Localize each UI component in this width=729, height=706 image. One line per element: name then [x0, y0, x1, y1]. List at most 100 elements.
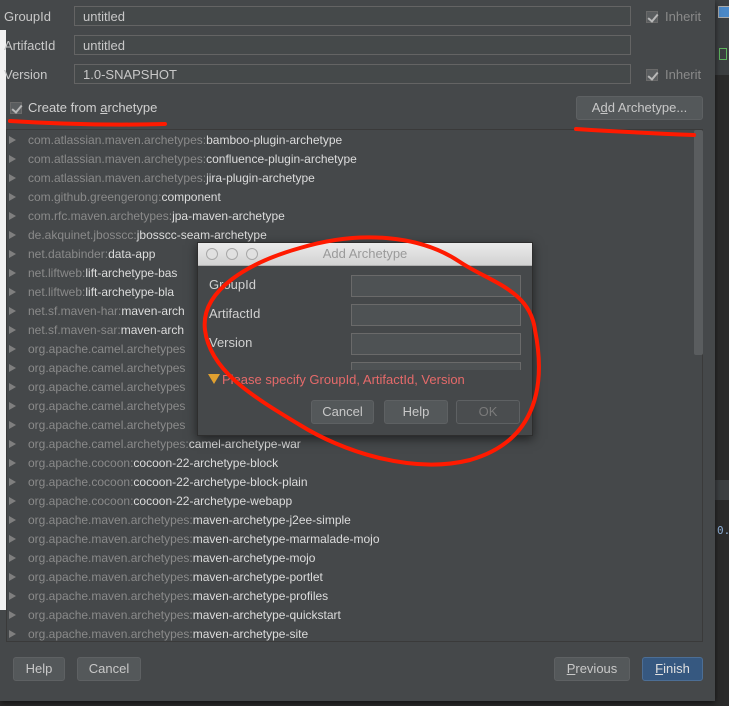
version-inherit-checkbox[interactable] — [646, 69, 658, 81]
expand-arrow-icon[interactable] — [9, 478, 16, 486]
archetype-artifact-id: jpa-maven-archetype — [172, 209, 285, 223]
ide-tab-strip — [715, 480, 729, 500]
dialog-artifact-id-input[interactable] — [351, 304, 521, 326]
expand-arrow-icon[interactable] — [9, 383, 16, 391]
expand-arrow-icon[interactable] — [9, 630, 16, 638]
add-archetype-dialog: Add Archetype GroupId ArtifactId Version… — [197, 242, 533, 436]
expand-arrow-icon[interactable] — [9, 174, 16, 182]
archetype-artifact-id: jbosscc-seam-archetype — [136, 228, 267, 242]
archetype-group-id: org.apache.maven.archetypes:maven-archet… — [28, 589, 329, 603]
dialog-repository-input-partial[interactable] — [351, 362, 521, 370]
archetype-group-id: org.apache.camel.archetypes — [28, 361, 186, 375]
archetype-artifact-id: maven-arch — [120, 323, 185, 337]
group-id-inherit-checkbox[interactable] — [646, 11, 658, 23]
archetype-artifact-id: component — [161, 190, 221, 204]
archetype-group-id: com.rfc.maven.archetypes:jpa-maven-arche… — [28, 209, 285, 223]
archetype-group-id: net.sf.maven-sar:maven-arch — [28, 323, 185, 337]
expand-arrow-icon[interactable] — [9, 288, 16, 296]
ide-file-icon — [719, 48, 727, 60]
archetype-artifact-id: camel-archetype-war — [188, 437, 301, 451]
archetype-artifact-id: maven-archetype-j2ee-simple — [192, 513, 351, 527]
expand-arrow-icon[interactable] — [9, 212, 16, 220]
expand-arrow-icon[interactable] — [9, 440, 16, 448]
dialog-version-label: Version — [209, 335, 253, 350]
group-id-inherit-label: Inherit — [665, 9, 702, 24]
create-from-archetype-label[interactable]: Create from archetype — [28, 100, 157, 115]
add-archetype-titlebar[interactable]: Add Archetype — [198, 243, 532, 266]
expand-arrow-icon[interactable] — [9, 136, 16, 144]
archetype-group-id: org.apache.camel.archetypes — [28, 399, 186, 413]
group-id-input[interactable]: untitled — [74, 6, 631, 26]
version-inherit-label: Inherit — [665, 67, 702, 82]
ide-window-icon — [718, 6, 729, 18]
archetype-group-id: org.apache.cocoon:cocoon-22-archetype-we… — [28, 494, 293, 508]
expand-arrow-icon[interactable] — [9, 554, 16, 562]
archetype-group-id: net.liftweb:lift-archetype-bas — [28, 266, 178, 280]
archetype-artifact-id: data-app — [108, 247, 156, 261]
archetype-group-id: org.apache.camel.archetypes — [28, 418, 186, 432]
dialog-group-id-input[interactable] — [351, 275, 521, 297]
dialog-artifact-id-label: ArtifactId — [209, 306, 261, 321]
dialog-version-input[interactable] — [351, 333, 521, 355]
expand-arrow-icon[interactable] — [9, 592, 16, 600]
archetype-group-id: org.apache.maven.archetypes:maven-archet… — [28, 570, 323, 584]
archetype-artifact-id: confluence-plugin-archetype — [206, 152, 357, 166]
expand-arrow-icon[interactable] — [9, 497, 16, 505]
expand-arrow-icon[interactable] — [9, 459, 16, 467]
dialog-group-id-label: GroupId — [209, 277, 256, 292]
dialog-help-button[interactable]: Help — [384, 400, 448, 424]
expand-arrow-icon[interactable] — [9, 535, 16, 543]
archetype-artifact-id: maven-arch — [121, 304, 185, 318]
expand-arrow-icon[interactable] — [9, 307, 16, 315]
finish-button[interactable]: Finish — [642, 657, 703, 681]
archetype-group-id: net.sf.maven-har:maven-arch — [28, 304, 185, 318]
help-button[interactable]: Help — [13, 657, 65, 681]
warning-icon — [208, 374, 220, 384]
expand-arrow-icon[interactable] — [9, 231, 16, 239]
expand-arrow-icon[interactable] — [9, 516, 16, 524]
archetype-artifact-id: maven-archetype-mojo — [192, 551, 316, 565]
expand-arrow-icon[interactable] — [9, 250, 16, 258]
create-from-archetype-checkbox[interactable] — [10, 102, 22, 114]
archetype-group-id: net.databinder:data-app — [28, 247, 156, 261]
archetype-group-id: org.apache.camel.archetypes — [28, 342, 186, 356]
expand-arrow-icon[interactable] — [9, 364, 16, 372]
archetype-artifact-id: cocoon-22-archetype-block-plain — [133, 475, 308, 489]
archetype-group-id: org.apache.maven.archetypes:maven-archet… — [28, 551, 316, 565]
archetype-artifact-id: lift-archetype-bas — [85, 266, 178, 280]
archetype-artifact-id: maven-archetype-profiles — [192, 589, 329, 603]
add-archetype-title: Add Archetype — [322, 246, 408, 261]
archetype-artifact-id: maven-archetype-marmalade-mojo — [192, 532, 380, 546]
archetype-group-id: org.apache.maven.archetypes:maven-archet… — [28, 513, 351, 527]
expand-arrow-icon[interactable] — [9, 421, 16, 429]
archetype-artifact-id: bamboo-plugin-archetype — [206, 133, 343, 147]
archetype-artifact-id: jira-plugin-archetype — [206, 171, 315, 185]
ide-editor-text: 0. — [717, 524, 729, 537]
archetype-group-id: org.apache.camel.archetypes — [28, 380, 186, 394]
version-input[interactable]: 1.0-SNAPSHOT — [74, 64, 631, 84]
archetype-group-id: org.apache.maven.archetypes:maven-archet… — [28, 627, 309, 641]
archetype-artifact-id: lift-archetype-bla — [85, 285, 175, 299]
archetype-group-id: com.atlassian.maven.archetypes:confluenc… — [28, 152, 357, 166]
expand-arrow-icon[interactable] — [9, 326, 16, 334]
dialog-ok-button[interactable]: OK — [456, 400, 520, 424]
validation-error-text: Please specify GroupId, ArtifactId, Vers… — [222, 372, 465, 387]
cancel-button[interactable]: Cancel — [77, 657, 141, 681]
archetype-group-id: net.liftweb:lift-archetype-bla — [28, 285, 175, 299]
expand-arrow-icon[interactable] — [9, 611, 16, 619]
artifact-id-input[interactable]: untitled — [74, 35, 631, 55]
expand-arrow-icon[interactable] — [9, 402, 16, 410]
archetype-group-id: org.apache.maven.archetypes:maven-archet… — [28, 532, 380, 546]
archetype-artifact-id: cocoon-22-archetype-webapp — [133, 494, 293, 508]
archetype-group-id: org.apache.cocoon:cocoon-22-archetype-bl… — [28, 475, 308, 489]
expand-arrow-icon[interactable] — [9, 573, 16, 581]
expand-arrow-icon[interactable] — [9, 155, 16, 163]
expand-arrow-icon[interactable] — [9, 269, 16, 277]
previous-button[interactable]: Previous — [554, 657, 630, 681]
archetype-list-scrollbar[interactable] — [694, 130, 703, 355]
archetype-artifact-id: maven-archetype-site — [192, 627, 309, 641]
dialog-cancel-button[interactable]: Cancel — [311, 400, 374, 424]
expand-arrow-icon[interactable] — [9, 193, 16, 201]
expand-arrow-icon[interactable] — [9, 345, 16, 353]
add-archetype-button[interactable]: Add Archetype... — [576, 96, 703, 120]
